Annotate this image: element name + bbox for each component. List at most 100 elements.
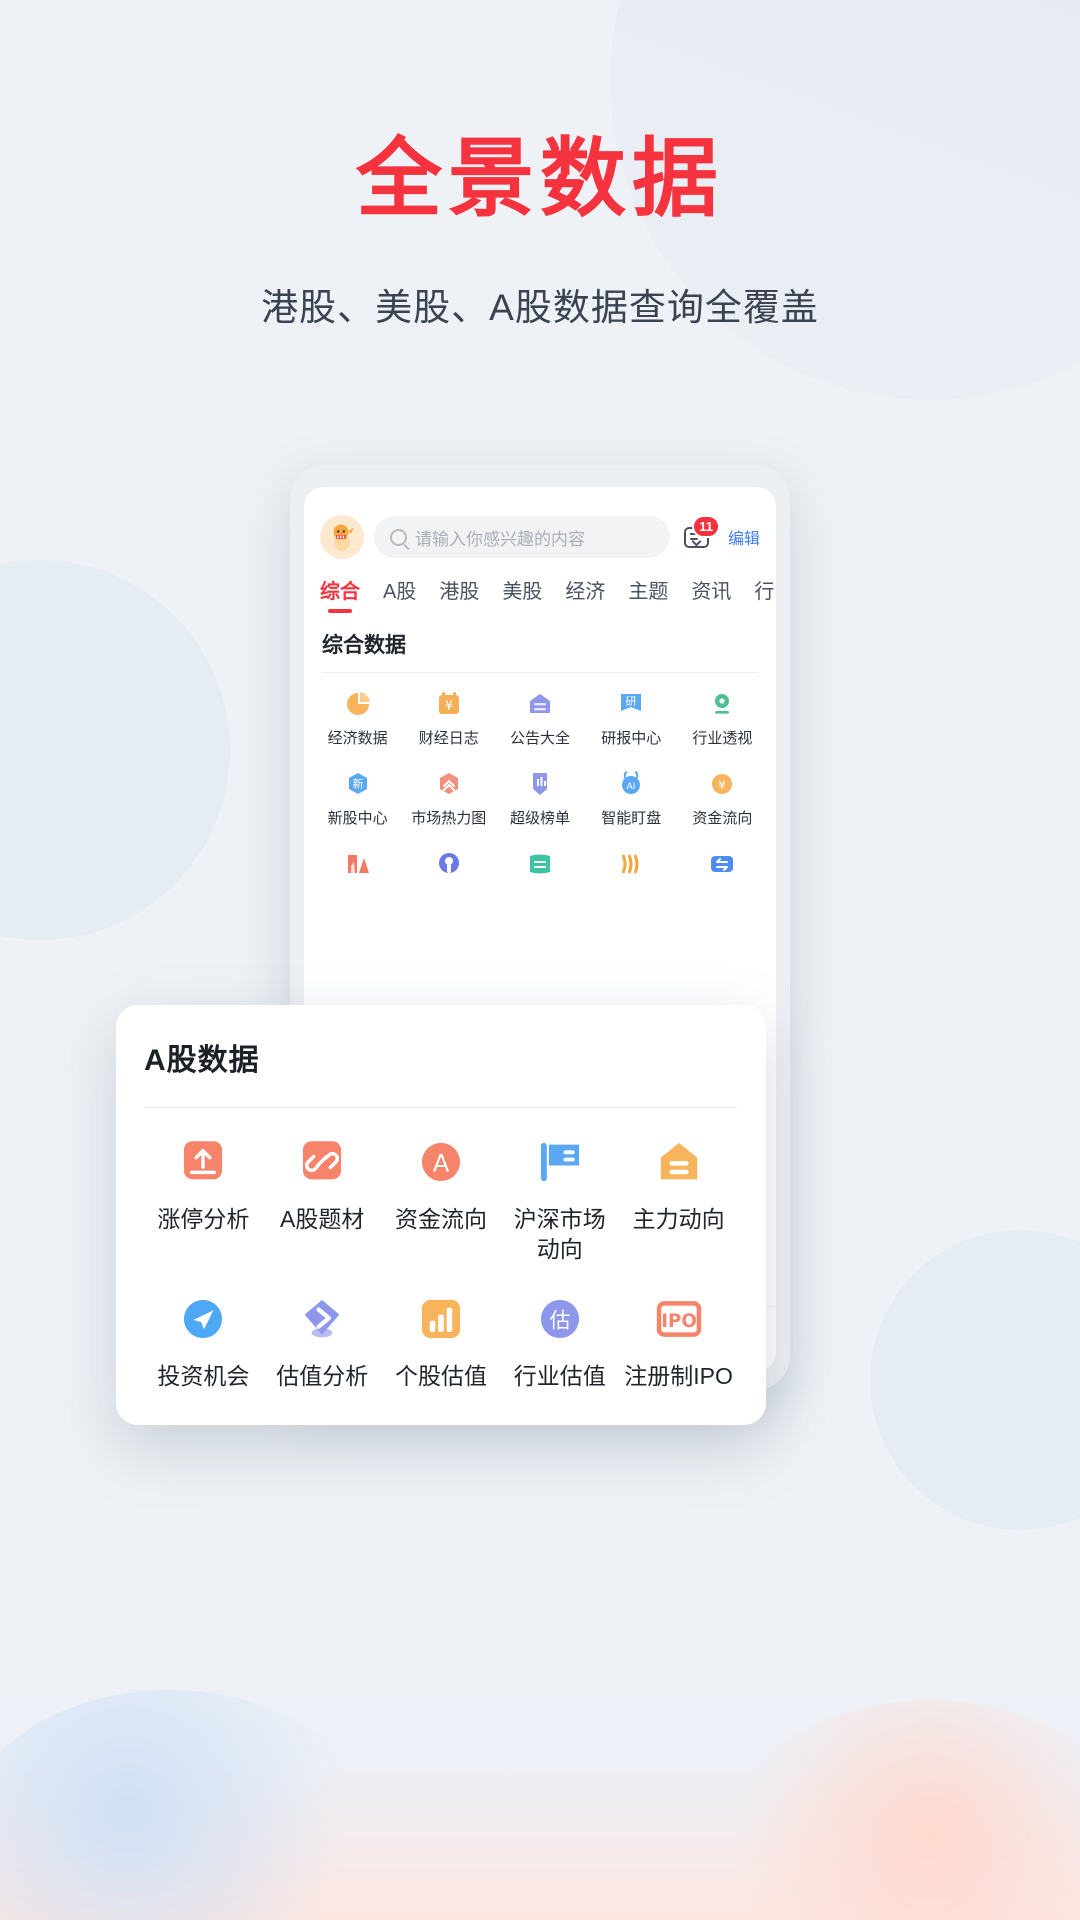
tab-meigu[interactable]: 美股 [502,575,542,615]
comprehensive-grid-row-2: 新 新股中心 市场热力图 超级榜单 AI 智能盯盘 ¥ 资金流向 [304,753,776,833]
grid-item[interactable] [312,833,403,894]
gu-circle-icon: 估 [504,1291,615,1347]
bar-chart-icon [386,1291,497,1347]
report-lines-icon [496,847,583,881]
modal-item-label: 估值分析 [276,1362,369,1389]
wave-icon [588,847,675,881]
tab-zhuti[interactable]: 主题 [628,575,668,615]
hero-header: 全景数据 港股、美股、A股数据查询全覆盖 [0,0,1080,331]
modal-item-main-force[interactable]: 主力动向 [619,1108,738,1265]
svg-text:¥: ¥ [719,778,727,792]
modal-item-market-trend[interactable]: 沪深市场动向 [500,1108,619,1265]
grid-item-label: 市场热力图 [411,809,487,827]
modal-grid: 涨停分析 A股题材 A 资金流向 沪深市场动向 主力动向 投资机会 估值分析 个… [144,1108,738,1391]
modal-item-industry-valuation[interactable]: 估 行业估值 [500,1265,619,1391]
comprehensive-grid-row-3 [304,833,776,894]
tab-agu[interactable]: A股 [383,575,416,615]
modal-item-label: 行业估值 [513,1362,606,1389]
exchange-icon [679,847,766,881]
grid-item[interactable]: 公告大全 [494,673,585,753]
grid-item[interactable]: ¥ 资金流向 [677,753,768,833]
grid-item-label: 智能盯盘 [601,809,662,827]
grid-item[interactable] [586,833,677,894]
updown-bar-icon [314,847,401,881]
modal-item-stock-valuation[interactable]: 个股估值 [382,1265,501,1391]
tab-hangqing[interactable]: 行 [754,575,774,615]
grid-item[interactable]: 行业透视 [677,673,768,753]
limit-up-icon [148,1134,259,1190]
grid-item-label: 资金流向 [692,809,753,827]
announcement-icon [496,687,583,721]
ai-monitor-icon: AI [588,767,675,801]
pie-chart-icon [314,687,401,721]
search-placeholder: 请输入你感兴趣的内容 [415,529,585,549]
industry-scope-icon [679,687,766,721]
grid-item-label: 经济数据 [327,730,388,747]
grid-item-label: 研报中心 [601,730,662,747]
page-subtitle: 港股、美股、A股数据查询全覆盖 [261,286,819,328]
grid-item-label: 超级榜单 [509,809,570,827]
grid-item[interactable] [494,833,585,894]
grid-item[interactable]: ¥ 财经日志 [403,673,494,753]
modal-item-label: 沪深市场动向 [513,1206,606,1263]
tab-jingji[interactable]: 经济 [565,575,605,615]
grid-item-label: 财经日志 [418,730,479,747]
section-title: 综合数据 [322,634,406,657]
grid-item[interactable]: 研 研报中心 [586,673,677,753]
a-circle-icon: A [386,1134,497,1190]
heatmap-icon [405,767,492,801]
tab-honggu[interactable]: 港股 [439,575,479,615]
edit-button[interactable]: 编辑 [728,525,760,549]
grid-item[interactable] [403,833,494,894]
fund-flow-icon: ¥ [679,767,766,801]
grid-item[interactable] [677,833,768,894]
status-bar [304,487,776,501]
search-input[interactable]: 请输入你感兴趣的内容 [374,516,670,558]
svg-text:研: 研 [626,695,637,708]
modal-item-fund-flow[interactable]: A 资金流向 [382,1108,501,1265]
modal-item-valuation-analysis[interactable]: 估值分析 [263,1265,382,1391]
link-icon [267,1134,378,1190]
send-icon [148,1291,259,1347]
category-tabs: 综合 A股 港股 美股 经济 主题 资讯 行 [304,569,776,615]
grid-item-label: 新股中心 [327,809,388,827]
grid-item[interactable]: 超级榜单 [494,753,585,833]
svg-text:新: 新 [352,776,363,790]
modal-item-label: 涨停分析 [157,1206,250,1232]
new-stock-icon: 新 [314,767,401,801]
grid-item[interactable]: AI 智能盯盘 [586,753,677,833]
modal-item-label: 个股估值 [394,1362,487,1389]
gem-icon [267,1291,378,1347]
blob-right-lower [870,1230,1080,1530]
tab-zixun[interactable]: 资讯 [691,575,731,615]
message-button[interactable]: 11 [680,515,720,554]
ipo-icon: IPO [623,1291,734,1347]
house-icon [623,1134,734,1190]
modal-item-theme[interactable]: A股题材 [263,1108,382,1265]
modal-item-limit-up[interactable]: 涨停分析 [144,1108,263,1265]
astock-data-modal: A股数据 涨停分析 A股题材 A 资金流向 沪深市场动向 主力动向 投资机会 估… [116,1005,766,1426]
svg-text:IPO: IPO [661,1311,697,1332]
modal-item-label: 投资机会 [157,1362,250,1389]
modal-title: A股数据 [144,1044,260,1077]
modal-item-label: A股题材 [280,1206,365,1232]
search-row: 请输入你感兴趣的内容 11 编辑 [304,501,776,569]
modal-item-ipo[interactable]: IPO 注册制IPO [619,1265,738,1391]
message-badge: 11 [692,515,720,538]
comprehensive-grid-row-1: 经济数据 ¥ 财经日志 公告大全 研 研报中心 行业透视 [304,673,776,753]
modal-item-label: 注册制IPO [624,1362,733,1389]
ranking-icon [496,767,583,801]
modal-item-label: 主力动向 [632,1206,725,1232]
grid-item[interactable]: 市场热力图 [403,753,494,833]
svg-text:AI: AI [627,782,636,792]
magnifier-icon [405,847,492,881]
modal-item-opportunity[interactable]: 投资机会 [144,1265,263,1391]
tab-zonghe[interactable]: 综合 [320,575,360,615]
search-icon [390,528,407,546]
grid-item-label: 行业透视 [692,730,753,747]
grid-item[interactable]: 经济数据 [312,673,403,753]
cat-avatar-icon[interactable] [320,515,364,559]
blob-left [0,560,230,940]
grid-item[interactable]: 新 新股中心 [312,753,403,833]
calendar-yuan-icon: ¥ [405,687,492,721]
